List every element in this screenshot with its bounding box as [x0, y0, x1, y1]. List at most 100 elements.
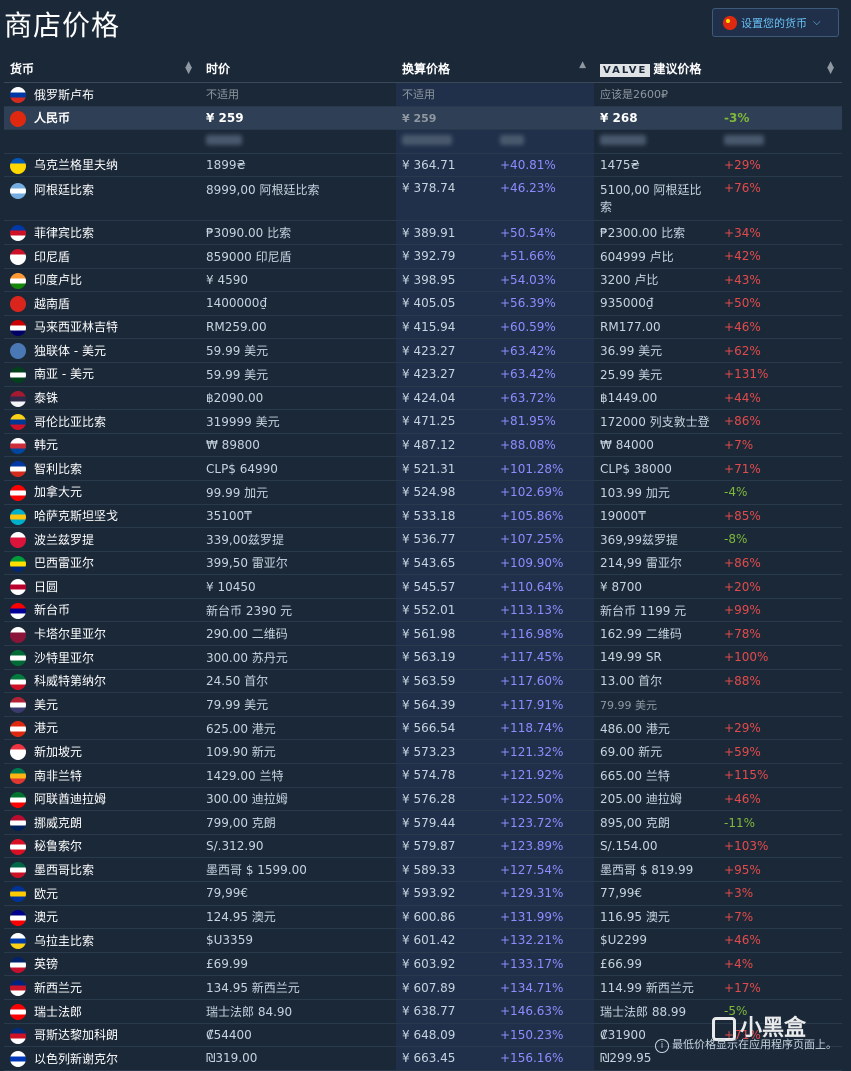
converted-price-cell-value: ¥ 566.54	[402, 721, 456, 736]
set-currency-button[interactable]: 设置您的货币 ⌵	[712, 8, 839, 37]
price-cell-value: 新台币 2390 元	[206, 603, 293, 618]
sort-icon[interactable]: ▲ ▼	[827, 61, 834, 76]
flag-icon	[10, 1051, 26, 1068]
suggested-price-cell-value: 77,99€	[600, 886, 643, 901]
price-cell-value: 79,99€	[206, 886, 248, 901]
price-cell: 134.95 新西兰元	[200, 975, 396, 1000]
suggested-pct-cell: +29%	[718, 153, 843, 178]
price-cell: 300.00 迪拉姆	[200, 787, 396, 812]
suggested-price-cell	[594, 129, 719, 154]
chevron-down-icon: ⌵	[813, 17, 821, 28]
price-cell: 79.99 美元	[200, 692, 396, 717]
suggested-pct-cell: +43%	[718, 268, 843, 293]
currency-name-cell	[4, 129, 200, 154]
converted-pct-cell: +117.91%	[494, 692, 595, 717]
suggested-pct-cell: +34%	[718, 220, 843, 245]
currency-name: 韩元	[34, 438, 59, 453]
column-header-converted[interactable]: 换算价格 ▲	[396, 55, 595, 83]
currency-name-cell: 波兰兹罗提	[4, 527, 200, 552]
suggested-price-cell-value: 114.99 新西兰元	[600, 981, 694, 996]
price-cell-value: 99.99 加元	[206, 485, 269, 500]
converted-pct-cell: +132.21%	[494, 928, 595, 953]
currency-name: 乌克兰格里夫纳	[34, 158, 119, 173]
suggested-pct-cell-value: +88%	[724, 673, 761, 688]
table-row: 菲律宾比索 ₱3090.00 比索 ¥ 389.91 +50.54% ₱2300.00 …	[4, 220, 843, 245]
suggested-pct-cell-value: +20%	[724, 579, 761, 594]
suggested-price-cell-value: 墨西哥 $ 819.99	[600, 863, 694, 878]
suggested-price-cell: 新台币 1199 元	[594, 598, 719, 623]
price-cell: ¥ 10450	[200, 574, 396, 599]
column-header-currency[interactable]: 货币 ▲ ▼	[4, 55, 200, 83]
converted-price-cell: ¥ 576.28	[396, 787, 494, 812]
suggested-price-cell-value: S/.154.00	[600, 839, 658, 854]
converted-pct-cell-value: +51.66%	[500, 249, 556, 264]
flag-icon	[10, 815, 26, 832]
table-row: 新加坡元 109.90 新元 ¥ 573.23 +121.32% 69.00 新元 +59…	[4, 739, 843, 765]
price-cell-value: ₪319.00	[206, 1051, 258, 1066]
suggested-pct-cell: -4%	[718, 480, 843, 505]
converted-price-cell-value: ¥ 663.45	[402, 1051, 456, 1066]
currency-name: 南非兰特	[34, 768, 83, 783]
price-cell: 59.99 美元	[200, 338, 396, 363]
converted-pct-cell-value: +81.95%	[500, 414, 556, 429]
price-cell-value: ₩ 89800	[206, 438, 260, 453]
currency-name: 卡塔尔里亚尔	[34, 627, 107, 642]
suggested-price-cell-value: 369,99兹罗提	[600, 532, 679, 547]
converted-pct-cell: +56.39%	[494, 291, 595, 316]
price-cell-value: 59.99 美元	[206, 344, 269, 359]
column-header-price[interactable]: 时价	[200, 55, 396, 83]
column-header-suggested[interactable]: VALVE 建议价格 ▲ ▼	[594, 55, 843, 83]
table-row: 俄罗斯卢布 不适用 不适用 应该是2600₽	[4, 82, 843, 107]
converted-price-cell: ¥ 524.98	[396, 480, 494, 505]
converted-price-cell-value: ¥ 564.39	[402, 697, 456, 712]
currency-name-cell: 美元	[4, 692, 200, 717]
converted-price-cell: ¥ 579.44	[396, 810, 494, 835]
suggested-price-cell-value: 新台币 1199 元	[600, 603, 687, 618]
suggested-price-cell: $U2299	[594, 928, 719, 953]
converted-price-cell: ¥ 601.42	[396, 928, 494, 953]
price-cell-value: 300.00 苏丹元	[206, 650, 288, 665]
flag-icon	[10, 87, 26, 104]
suggested-price-cell-value: 应该是2600₽	[600, 88, 669, 102]
converted-price-cell: ¥ 579.87	[396, 834, 494, 859]
currency-name-cell: 韩元	[4, 433, 200, 458]
converted-price-cell-value: ¥ 423.27	[402, 367, 456, 382]
converted-pct-cell: +146.63%	[494, 999, 595, 1024]
currency-name-cell: 阿联酋迪拉姆	[4, 787, 200, 812]
converted-pct-cell-value: +102.69%	[500, 485, 564, 500]
converted-pct-cell: +60.59%	[494, 315, 595, 340]
sort-ascending-icon[interactable]: ▲	[579, 61, 586, 70]
flag-icon	[10, 626, 26, 643]
converted-price-cell-value: ¥ 603.92	[402, 957, 456, 972]
suggested-price-cell: 墨西哥 $ 819.99	[594, 857, 719, 882]
table-row: 澳元 124.95 澳元 ¥ 600.86 +131.99% 116.95 澳元 +7%	[4, 905, 843, 930]
suggested-price-cell: 935000₫	[594, 291, 719, 316]
converted-pct-cell: +150.23%	[494, 1023, 595, 1048]
price-cell-value: ¥ 4590	[206, 272, 248, 287]
suggested-price-cell: ¥ 268	[594, 106, 719, 131]
suggested-pct-cell-value: +7%	[724, 909, 754, 924]
currency-name-cell: 卡塔尔里亚尔	[4, 621, 200, 647]
currency-name-cell: 哥伦比亚比索	[4, 409, 200, 434]
price-cell: 59.99 美元	[200, 362, 396, 387]
currency-name-cell: 俄罗斯卢布	[4, 82, 200, 107]
suggested-pct-cell: +95%	[718, 857, 843, 882]
suggested-pct-cell-value: +86%	[724, 555, 761, 570]
currency-name-cell: 港元	[4, 716, 200, 741]
table-row: 英镑 £69.99 ¥ 603.92 +133.17% £66.99 +4%	[4, 952, 843, 977]
currency-name: 乌拉圭比索	[34, 933, 95, 948]
currency-name: 澳元	[34, 910, 59, 925]
suggested-price-cell-value: 172000 列支敦士登	[600, 414, 710, 429]
price-cell-value: ₡54400	[206, 1027, 252, 1042]
converted-pct-cell-value: +63.42%	[500, 367, 556, 382]
converted-price-cell-value: ¥ 638.77	[402, 1004, 456, 1019]
column-header-price-label: 时价	[206, 62, 231, 76]
converted-price-cell: ¥ 563.59	[396, 669, 494, 694]
suggested-price-cell: RM177.00	[594, 315, 719, 340]
info-icon: i	[655, 1039, 669, 1053]
price-cell-value: ₱3090.00 比索	[206, 226, 292, 241]
converted-pct-cell-value: +146.63%	[500, 1004, 564, 1019]
converted-price-cell: ¥ 564.39	[396, 692, 494, 717]
sort-icon[interactable]: ▲ ▼	[185, 61, 192, 76]
converted-pct-cell: +122.50%	[494, 787, 595, 812]
